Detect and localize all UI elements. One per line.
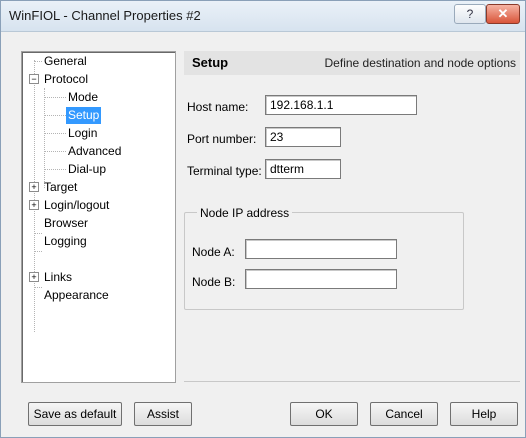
terminal-type-field[interactable]: dtterm bbox=[265, 159, 341, 179]
tree-item-login[interactable]: Login bbox=[66, 125, 99, 142]
save-as-default-button[interactable]: Save as default bbox=[28, 402, 122, 426]
tree-line bbox=[34, 61, 42, 62]
close-icon: ✕ bbox=[497, 6, 509, 21]
question-mark-icon: ? bbox=[466, 7, 474, 21]
tree-line bbox=[44, 151, 66, 152]
help-button[interactable]: Help bbox=[450, 402, 518, 426]
tree-line bbox=[34, 233, 42, 234]
tree-item-general[interactable]: General bbox=[42, 53, 89, 70]
host-name-label: Host name: bbox=[187, 100, 249, 114]
tree-line bbox=[34, 287, 42, 288]
tree-item-browser[interactable]: Browser bbox=[42, 215, 90, 232]
settings-tree[interactable]: − + + + General Protocol Mode Setup Logi… bbox=[21, 51, 176, 383]
node-ip-group-title: Node IP address bbox=[197, 206, 293, 220]
tree-line bbox=[44, 169, 66, 170]
expand-icon[interactable]: + bbox=[29, 200, 39, 210]
title-bar[interactable]: WinFIOL - Channel Properties #2 ? ✕ bbox=[1, 1, 525, 32]
collapse-icon[interactable]: − bbox=[29, 74, 39, 84]
tree-item-setup[interactable]: Setup bbox=[66, 107, 102, 124]
panel-description: Define destination and node options bbox=[324, 56, 516, 70]
panel-title: Setup bbox=[192, 55, 229, 70]
tree-item-login-logout[interactable]: Login/logout bbox=[42, 197, 111, 214]
tree-item-logging[interactable]: Logging bbox=[42, 233, 89, 250]
cancel-button[interactable]: Cancel bbox=[370, 402, 438, 426]
tree-item-mode[interactable]: Mode bbox=[66, 89, 100, 106]
host-name-field[interactable]: 192.168.1.1 bbox=[265, 95, 417, 115]
tree-line bbox=[44, 133, 66, 134]
node-b-label: Node B: bbox=[192, 275, 236, 289]
tree-line bbox=[34, 60, 35, 332]
tree-item-dial-up[interactable]: Dial-up bbox=[66, 161, 108, 178]
assist-button[interactable]: Assist bbox=[134, 402, 192, 426]
terminal-type-label: Terminal type: bbox=[187, 164, 262, 178]
tree-line bbox=[44, 88, 45, 188]
help-title-button[interactable]: ? bbox=[454, 4, 486, 24]
expand-icon[interactable]: + bbox=[29, 272, 39, 282]
tree-line bbox=[44, 115, 66, 116]
node-a-field[interactable] bbox=[245, 239, 397, 259]
tree-item-appearance[interactable]: Appearance bbox=[42, 287, 111, 304]
node-a-label: Node A: bbox=[192, 245, 235, 259]
channel-properties-dialog: WinFIOL - Channel Properties #2 ? ✕ − + … bbox=[0, 0, 526, 438]
tree-item-links[interactable]: Links bbox=[42, 269, 74, 286]
close-button[interactable]: ✕ bbox=[486, 4, 520, 24]
window-title: WinFIOL - Channel Properties #2 bbox=[9, 8, 201, 23]
tree-line bbox=[44, 97, 66, 98]
tree-item-target[interactable]: Target bbox=[42, 179, 79, 196]
node-b-field[interactable] bbox=[245, 269, 397, 289]
tree-item-advanced[interactable]: Advanced bbox=[66, 143, 123, 160]
port-number-field[interactable]: 23 bbox=[265, 127, 341, 147]
ok-button[interactable]: OK bbox=[290, 402, 358, 426]
panel-header: Setup Define destination and node option… bbox=[184, 51, 520, 75]
node-ip-groupbox bbox=[184, 212, 464, 310]
tree-line bbox=[34, 251, 42, 252]
tree-item-protocol[interactable]: Protocol bbox=[42, 71, 90, 88]
expand-icon[interactable]: + bbox=[29, 182, 39, 192]
port-number-label: Port number: bbox=[187, 132, 257, 146]
separator bbox=[184, 381, 520, 382]
